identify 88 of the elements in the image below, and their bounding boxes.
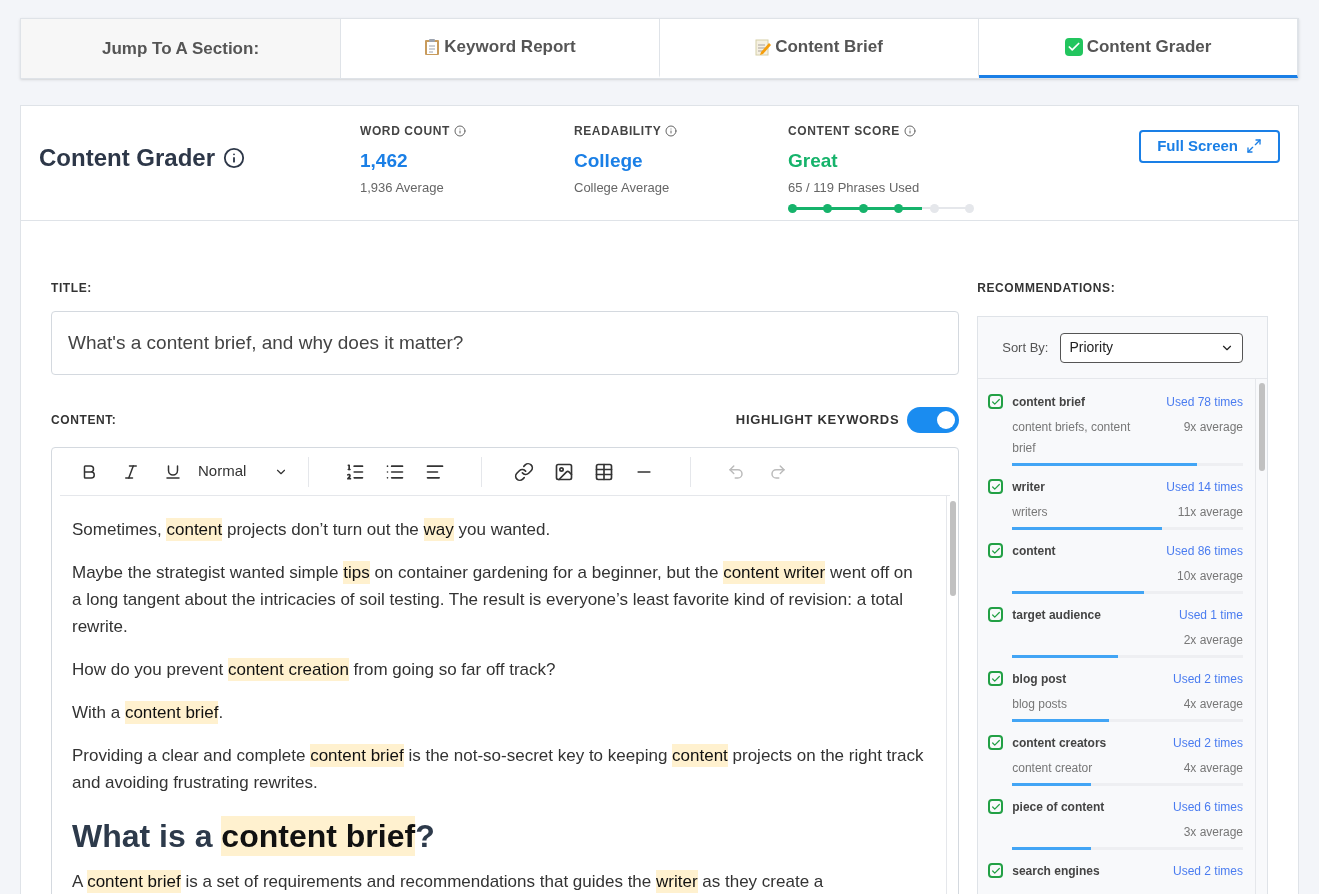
stat-label: CONTENT SCORE: [788, 123, 900, 140]
field-label: TITLE:: [51, 280, 93, 297]
link-icon[interactable]: [514, 461, 534, 482]
sort-select[interactable]: Priority: [1060, 332, 1243, 363]
usage-count: Used 6 times: [1172, 799, 1243, 816]
italic-icon[interactable]: [122, 462, 140, 481]
checkbox[interactable]: [988, 735, 1004, 750]
stat-value: Great: [788, 149, 839, 173]
keyword-phrase: target audience: [1012, 607, 1101, 624]
full-screen-button[interactable]: Full Screen: [1139, 130, 1280, 163]
check-icon: [990, 801, 1001, 812]
info-icon: [665, 125, 678, 137]
keyword-variants: content creator: [1012, 760, 1094, 777]
memo-pencil-icon: [755, 38, 772, 56]
average-count: 2x average: [1183, 632, 1243, 649]
checkbox[interactable]: [988, 394, 1004, 409]
average-count: 4x average: [1183, 696, 1243, 713]
table-icon[interactable]: [594, 461, 614, 482]
title-input[interactable]: What's a content brief, and why does it matter?: [51, 311, 960, 375]
image-icon[interactable]: [554, 461, 574, 482]
usage-count: Used 1 time: [1178, 607, 1243, 624]
check-icon: [990, 609, 1001, 620]
editor-paragraph: Sometimes, content projects don’t turn out the way you wanted.: [72, 517, 552, 543]
editor-heading: What is a content brief?: [72, 815, 436, 858]
usage-count: Used 78 times: [1166, 394, 1243, 411]
clipboard-icon: [424, 38, 441, 56]
stat-value: College: [574, 149, 644, 173]
toggle-label: HIGHLIGHT KEYWORDS: [735, 411, 900, 430]
page-title: Content Grader: [39, 143, 215, 173]
check-icon: [990, 865, 1001, 876]
keyword-phrase: blog post: [1012, 671, 1067, 688]
usage-count: Used 2 times: [1172, 735, 1243, 752]
keyword-phrase: piece of content: [1012, 799, 1105, 816]
expand-icon: [1246, 138, 1262, 155]
section-label: Jump To A Section:: [21, 19, 341, 78]
average-count: 10x average: [1176, 568, 1243, 585]
stat-label: READABILITY: [574, 123, 662, 140]
redo-icon[interactable]: [769, 462, 787, 481]
keyword-phrase: content brief: [1012, 394, 1085, 411]
section-tab[interactable]: Content Brief: [660, 19, 979, 78]
undo-icon[interactable]: [727, 462, 745, 481]
check-icon: [990, 673, 1001, 684]
info-icon: [223, 147, 245, 169]
sort-label: Sort By:: [1002, 338, 1049, 357]
average-count: 11x average: [1177, 504, 1243, 521]
section-tab[interactable]: Content Grader: [979, 19, 1298, 78]
average-count: 3x average: [1183, 824, 1243, 841]
keyword-phrase: content creators: [1012, 735, 1107, 752]
editor-paragraph: With a content brief.: [72, 700, 225, 726]
underline-icon[interactable]: [164, 462, 182, 481]
keyword-phrase: search engines: [1012, 863, 1100, 880]
checkbox[interactable]: [988, 863, 1004, 878]
keyword-variants: content briefs, content brief: [1012, 419, 1132, 457]
section-label: RECOMMENDATIONS:: [977, 280, 1117, 297]
info-icon: [903, 125, 916, 137]
highlight-toggle[interactable]: [907, 407, 960, 433]
section-tab[interactable]: Keyword Report: [341, 19, 660, 78]
checkbox[interactable]: [988, 607, 1004, 622]
check-icon: [990, 481, 1001, 492]
average-count: 4x average: [1183, 760, 1243, 777]
check-icon: [990, 396, 1001, 407]
keyword-variants: blog posts: [1012, 696, 1068, 713]
format-dropdown[interactable]: Normal: [198, 460, 288, 483]
field-label: CONTENT:: [51, 412, 117, 429]
info-icon: [454, 125, 466, 137]
stat-value: 1,462: [360, 149, 409, 173]
usage-count: Used 14 times: [1166, 479, 1243, 496]
editor-paragraph: How do you prevent content creation from going so far off track?: [72, 657, 557, 683]
keyword-variants: writers: [1012, 504, 1049, 521]
stat-note: 1,936 Average: [360, 178, 445, 197]
editor-paragraph: A content brief is a set of requirements and recommendations that guides the writer as they create a: [72, 869, 825, 894]
keyword-phrase: writer: [1012, 479, 1045, 496]
usage-count: Used 2 times: [1172, 671, 1243, 688]
stat-note: College Average: [574, 178, 671, 197]
usage-count: Used 86 times: [1166, 543, 1243, 560]
average-count: 9x average: [1183, 419, 1243, 436]
stat-label: WORD COUNT: [360, 123, 450, 140]
checkbox[interactable]: [988, 479, 1004, 494]
usage-count: Used 2 times: [1172, 863, 1243, 880]
check-icon: [990, 737, 1001, 748]
checkbox[interactable]: [988, 543, 1004, 558]
editor-paragraph: Providing a clear and complete content brief is the not-so-secret key to keeping content projects on the right track and avoiding frustrating rewrites.: [72, 743, 925, 794]
stat-note: 65 / 119 Phrases Used: [788, 178, 921, 197]
checkbox[interactable]: [988, 671, 1004, 686]
editor-paragraph: Maybe the strategist wanted simple tips on container gardening for a beginner, but the content writer went off on a long tangent about the intricacies of soil testing. The result is everyone’s least favorite kind of revision: a total rewrite.: [72, 560, 914, 638]
check-icon: [990, 545, 1001, 556]
keyword-phrase: content: [1012, 543, 1056, 560]
checkbox[interactable]: [988, 799, 1004, 814]
